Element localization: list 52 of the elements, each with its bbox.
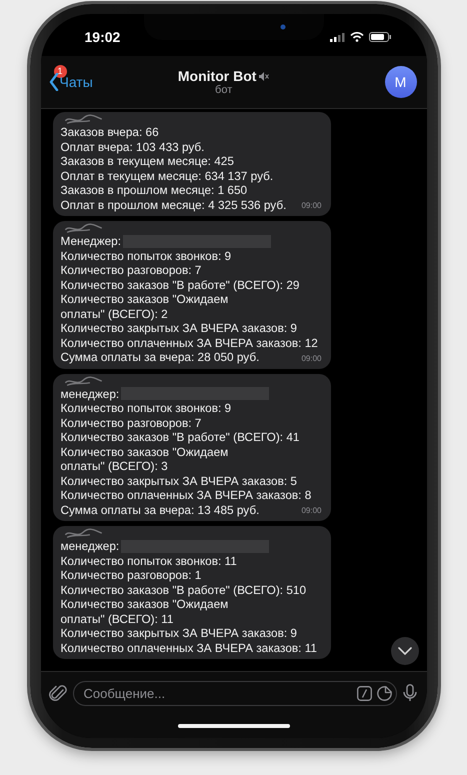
message-line: Оплат в прошлом месяце: 4 325 536 руб. bbox=[60, 198, 286, 212]
message-line: Оплат в текущем месяце: 634 137 руб. bbox=[60, 168, 274, 183]
battery-icon bbox=[368, 32, 390, 42]
message-line: Оплат вчера: 103 433 руб. bbox=[60, 140, 204, 154]
message-line: Заказов вчера: 66 bbox=[60, 125, 159, 140]
microphone-icon[interactable] bbox=[402, 684, 416, 702]
message-line: Количество заказов "Ожидаем bbox=[60, 292, 228, 306]
signal-icon bbox=[330, 32, 344, 42]
message-line: Количество разговоров: 1 bbox=[60, 568, 202, 582]
message-line: Количество заказов "В работе" (ВСЕГО): 510 bbox=[60, 582, 306, 597]
sticker-icon[interactable] bbox=[376, 686, 392, 700]
message-line: Количество заказов "В работе" (ВСЕГО): 41 bbox=[60, 430, 300, 444]
message-line: Количество попыток звонков: 9 bbox=[60, 401, 232, 416]
message-time: 09:00 bbox=[301, 201, 322, 211]
message-line: Количество закрытых ЗА ВЧЕРА заказов: 5 bbox=[60, 474, 297, 488]
message-line: менеджер: bbox=[60, 539, 120, 554]
message-line: Количество попыток звонков: 11 bbox=[60, 554, 237, 568]
message-line: Менеджер: bbox=[60, 234, 122, 248]
message-line: Количество заказов "В работе" (ВСЕГО): 29 bbox=[60, 278, 300, 292]
status-time: 19:02 bbox=[84, 29, 120, 45]
message-line: Количество оплаченных ЗА ВЧЕРА заказов: 11 bbox=[60, 640, 317, 655]
scroll-down-button[interactable] bbox=[390, 637, 418, 665]
chevron-down-icon bbox=[398, 647, 412, 655]
message-line: Количество оплаченных ЗА ВЧЕРА заказов: 12 bbox=[60, 336, 318, 350]
message-line: оплаты" (ВСЕГО): 11 bbox=[60, 612, 174, 626]
chat-subtitle: бот bbox=[215, 84, 232, 96]
camera-icon bbox=[280, 24, 286, 30]
message-line: Сумма оплаты за вчера: 28 050 руб. bbox=[60, 350, 260, 364]
message-line: Количество разговоров: 7 bbox=[60, 263, 202, 278]
unread-badge: 1 bbox=[54, 65, 66, 78]
message-line: оплаты" (ВСЕГО): 2 bbox=[60, 306, 168, 321]
message-line: Заказов в текущем месяце: 425 bbox=[60, 154, 234, 168]
back-icon bbox=[48, 73, 58, 91]
message-line: Количество закрытых ЗА ВЧЕРА заказов: 9 bbox=[60, 321, 297, 336]
message-line: Количество заказов "Ожидаем bbox=[60, 444, 228, 459]
message-line: оплаты" (ВСЕГО): 3 bbox=[60, 459, 168, 474]
wifi-icon bbox=[350, 32, 364, 42]
message-field[interactable]: Сообщение... bbox=[72, 680, 396, 706]
message-line: Количество закрытых ЗА ВЧЕРА заказов: 9 bbox=[60, 626, 297, 640]
message-line: Количество разговоров: 7 bbox=[60, 416, 202, 430]
avatar[interactable]: M bbox=[384, 66, 416, 98]
message-line: Количество заказов "Ожидаем bbox=[60, 597, 228, 612]
message-line: менеджер: bbox=[60, 386, 120, 401]
message-line: Заказов в прошлом месяце: 1 650 bbox=[60, 183, 248, 198]
message-time: 09:00 bbox=[301, 506, 322, 516]
message-line: Количество оплаченных ЗА ВЧЕРА заказов: 8 bbox=[60, 488, 312, 502]
message-time: 09:00 bbox=[301, 354, 322, 364]
message-line: Количество попыток звонков: 9 bbox=[60, 248, 232, 263]
message-line: Сумма оплаты за вчера: 13 485 руб. bbox=[60, 502, 260, 517]
chat-title: Monitor Bot bbox=[178, 68, 256, 84]
command-icon[interactable] bbox=[356, 686, 372, 700]
paperclip-icon[interactable] bbox=[48, 684, 66, 702]
